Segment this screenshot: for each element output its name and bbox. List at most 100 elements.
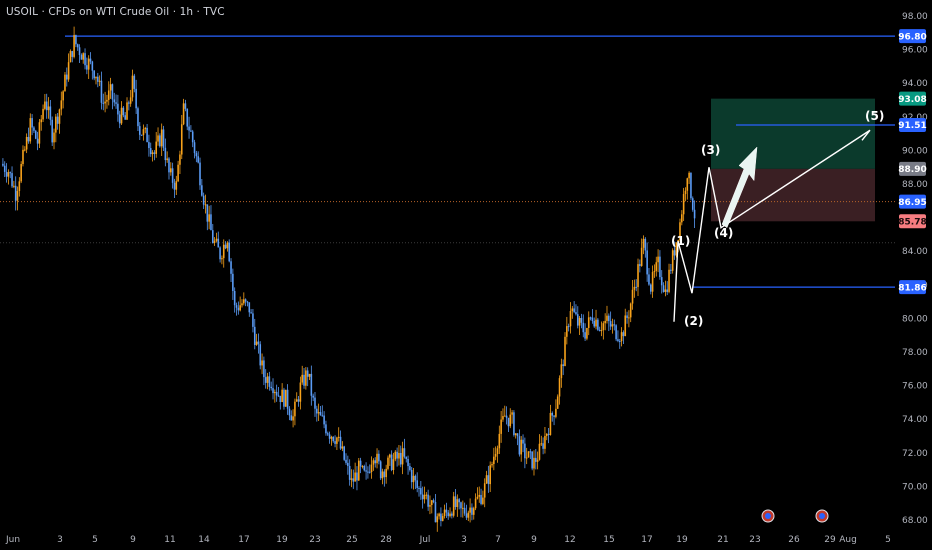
candle-body: [427, 494, 429, 507]
candle-body: [524, 443, 526, 459]
candle-body: [321, 415, 324, 417]
candle-body: [693, 209, 696, 219]
candle-body: [613, 324, 616, 326]
candle-body: [357, 460, 360, 481]
time-tick-label: 19: [276, 535, 288, 545]
candle-body: [684, 190, 687, 195]
time-tick-label: 19: [676, 535, 688, 545]
candle-body: [485, 475, 488, 484]
candle-body: [230, 261, 232, 274]
candle-body: [456, 499, 459, 508]
candle-body: [586, 327, 588, 339]
candle-body: [319, 412, 322, 416]
candle-body: [414, 475, 417, 481]
candle-body: [62, 91, 64, 101]
price-tick-label: 76.00: [902, 382, 928, 392]
candle-body: [306, 370, 309, 377]
candle-body: [290, 415, 293, 421]
candle-body: [620, 332, 623, 342]
candle-body: [472, 508, 475, 515]
candle-body: [255, 341, 258, 345]
price-tag-label: 93.08: [898, 95, 926, 105]
candle-body: [649, 284, 652, 292]
candle-body: [33, 127, 35, 131]
time-tick-label: 3: [57, 535, 63, 545]
candle-body: [451, 513, 453, 516]
candle-body: [516, 433, 519, 437]
candle-body: [272, 388, 274, 394]
candle-body: [635, 286, 637, 288]
candle-body: [65, 74, 68, 80]
candle-body: [571, 308, 574, 312]
candle-body: [201, 185, 203, 196]
candle-body: [7, 172, 10, 177]
candle-body: [157, 135, 159, 142]
candle-body: [149, 148, 152, 155]
candle-body: [502, 416, 504, 420]
time-tick-label: 26: [788, 535, 800, 545]
candle-body: [460, 502, 462, 509]
candle-body: [142, 129, 145, 136]
candle-body: [376, 453, 378, 464]
candle-body: [171, 168, 174, 183]
candle-body: [624, 315, 627, 337]
candle-body: [409, 466, 411, 470]
candle-body: [478, 494, 481, 497]
candle-body: [268, 376, 271, 387]
candle-body: [631, 289, 634, 304]
candle-body: [73, 35, 75, 57]
candle-body: [237, 307, 240, 311]
candle-body: [639, 264, 641, 266]
price-tick-label: 96.00: [902, 46, 928, 56]
candle-body: [34, 130, 37, 139]
wave-label: (5): [865, 109, 884, 123]
candle-body: [286, 389, 289, 409]
candle-body: [389, 454, 391, 458]
candle-body: [507, 417, 510, 427]
candle-body: [166, 158, 168, 161]
time-tick-label: 7: [495, 535, 501, 545]
candle-body: [356, 472, 358, 481]
time-tick-label: 17: [641, 535, 652, 545]
price-chart[interactable]: (1)(2)(3)(4)(5) 98.0096.0094.0092.0090.0…: [0, 0, 932, 550]
candle-body: [188, 126, 190, 131]
candle-body: [536, 459, 539, 462]
candle-body: [261, 360, 263, 366]
candle-body: [98, 80, 101, 82]
candle-body: [228, 242, 231, 262]
price-tag-label: 91.51: [898, 121, 926, 131]
candle-body: [595, 319, 597, 327]
candle-body: [49, 106, 52, 120]
candle-body: [385, 468, 387, 478]
candle-body: [9, 172, 12, 174]
candle-body: [449, 513, 451, 517]
price-tag-label: 85.78: [898, 217, 926, 227]
time-tick-label: 11: [164, 535, 175, 545]
candle-body: [573, 308, 575, 313]
candle-body: [210, 214, 212, 231]
candle-body: [47, 106, 50, 111]
price-tick-label: 70.00: [902, 482, 928, 492]
time-tick-label: 23: [749, 535, 760, 545]
candle-body: [55, 116, 57, 133]
candle-body: [113, 99, 116, 103]
candle-body: [221, 258, 223, 260]
candle-body: [589, 317, 592, 319]
candle-body: [146, 127, 148, 143]
candle-body: [604, 320, 606, 324]
candle-body: [215, 238, 218, 241]
price-tag-label: 96.80: [898, 32, 926, 42]
candle-body: [297, 399, 300, 402]
candle-body: [140, 134, 143, 136]
candle-body: [691, 198, 694, 210]
candle-body: [545, 433, 548, 436]
candle-body: [124, 115, 126, 120]
candle-body: [350, 478, 353, 480]
candle-body: [622, 332, 625, 337]
candle-body: [137, 108, 139, 127]
candle-body: [275, 391, 278, 396]
candle-body: [432, 500, 435, 502]
candle-body: [76, 44, 79, 48]
candle-body: [330, 436, 333, 439]
candle-body: [246, 301, 249, 303]
